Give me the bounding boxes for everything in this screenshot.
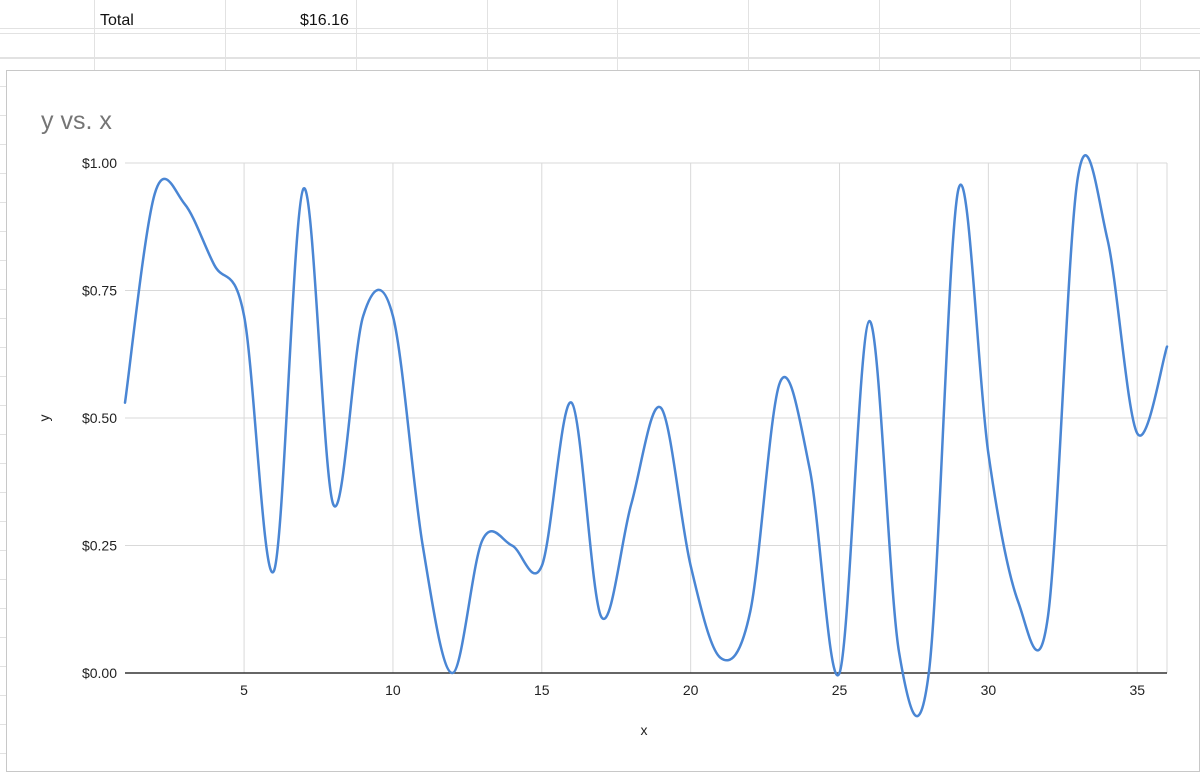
data-point	[183, 202, 187, 206]
x-tick-label: 35	[1129, 682, 1145, 698]
y-axis-title: y	[36, 415, 52, 422]
sheet-column-divider	[94, 0, 95, 70]
data-point	[302, 187, 306, 191]
data-point	[1135, 431, 1139, 435]
x-tick-label: 5	[240, 682, 248, 698]
data-point	[361, 314, 365, 318]
total-label-cell[interactable]: Total	[100, 11, 134, 31]
data-point	[123, 401, 127, 405]
sheet-row-divider	[0, 33, 1200, 34]
data-point	[808, 467, 812, 471]
series-line	[123, 154, 1169, 718]
data-point	[153, 192, 157, 196]
sheet-column-divider	[879, 0, 880, 70]
y-tick-label: $0.75	[82, 283, 117, 299]
data-point	[1106, 238, 1110, 242]
data-point	[867, 319, 871, 323]
x-tick-label: 30	[981, 682, 997, 698]
data-point	[212, 263, 216, 267]
x-tick-label: 25	[832, 682, 848, 698]
y-tick-label: $1.00	[82, 155, 117, 171]
sheet-column-divider	[1010, 0, 1011, 70]
y-tick-label: $0.50	[82, 410, 117, 426]
sheet-column-divider	[487, 0, 488, 70]
data-point	[629, 503, 633, 507]
data-point	[748, 610, 752, 614]
data-point	[421, 544, 425, 548]
chart-container[interactable]: y vs. x $0.00 $0.25 $0.50 $0.75 $1.00 5 10 15 20…	[6, 70, 1200, 772]
data-point	[480, 538, 484, 542]
data-point	[689, 564, 693, 568]
line-chart-svg: $0.00 $0.25 $0.50 $0.75 $1.00 5 10 15 20 25 30 35 x y	[36, 154, 1169, 738]
data-point	[778, 380, 782, 384]
data-point	[570, 401, 574, 405]
sheet-column-divider	[225, 0, 226, 70]
data-point	[391, 314, 395, 318]
data-point	[331, 503, 335, 507]
data-point	[272, 569, 276, 573]
x-axis-title: x	[641, 722, 648, 738]
data-point	[599, 615, 603, 619]
data-point	[242, 314, 246, 318]
x-tick-label: 15	[534, 682, 550, 698]
data-point	[659, 406, 663, 410]
data-point	[718, 656, 722, 660]
sheet-column-divider	[748, 0, 749, 70]
data-point	[897, 651, 901, 655]
data-point	[451, 671, 455, 675]
x-tick-label: 20	[683, 682, 699, 698]
y-tick-label: $0.25	[82, 538, 117, 554]
data-point	[1046, 615, 1050, 619]
x-tick-label: 10	[385, 682, 401, 698]
data-point	[986, 452, 990, 456]
data-point	[1076, 176, 1080, 180]
data-point	[957, 187, 961, 191]
sheet-column-divider	[356, 0, 357, 70]
data-point	[838, 671, 842, 675]
y-tick-label: $0.00	[82, 665, 117, 681]
data-point	[510, 544, 514, 548]
total-value-cell[interactable]: $16.16	[300, 11, 349, 31]
sheet-column-divider	[617, 0, 618, 70]
sheet-row-divider	[0, 58, 1200, 59]
data-point	[540, 564, 544, 568]
data-point	[1165, 345, 1169, 349]
data-point	[1016, 600, 1020, 604]
sheet-column-divider	[1140, 0, 1141, 70]
data-point	[927, 671, 931, 675]
